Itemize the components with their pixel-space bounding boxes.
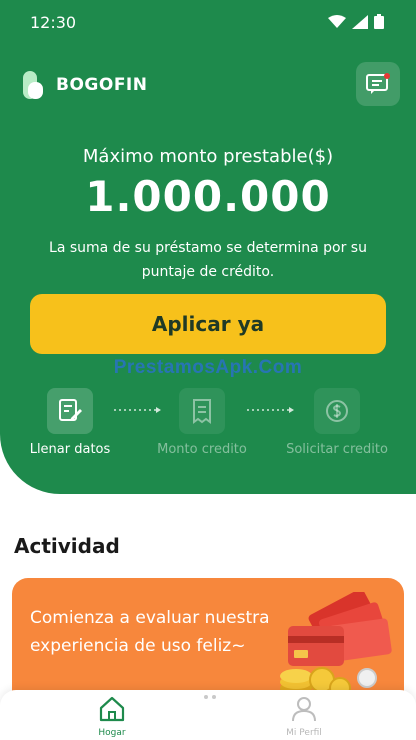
banner-text: Comienza a evaluar nuestra experiencia d… xyxy=(30,608,270,656)
step-label: Monto credito xyxy=(157,442,247,457)
messages-button[interactable] xyxy=(356,62,400,106)
signal-icon xyxy=(352,14,368,29)
bottom-nav: Hogar Mi Perfil xyxy=(0,690,416,740)
nav-label: Hogar xyxy=(98,728,126,738)
status-time: 12:30 xyxy=(30,13,77,32)
max-amount-value: 1.000.000 xyxy=(85,172,331,221)
home-icon xyxy=(99,696,125,722)
activity-title: Actividad xyxy=(14,534,120,558)
step-box xyxy=(179,388,225,434)
wifi-icon xyxy=(328,14,346,28)
nav-label: Mi Perfil xyxy=(286,728,322,738)
step-label: Llenar datos xyxy=(29,442,111,457)
step-request-credit[interactable]: Solicitar credito xyxy=(280,388,394,457)
step-box xyxy=(47,388,93,434)
brand-name: BOGOFIN xyxy=(56,75,148,95)
max-amount-label: Máximo monto prestable($) xyxy=(82,146,334,167)
nav-home[interactable]: Hogar xyxy=(72,696,152,738)
edit-form-icon xyxy=(59,399,82,421)
step-box xyxy=(314,388,360,434)
user-icon xyxy=(292,697,316,722)
receipt-icon xyxy=(193,399,211,424)
status-bar: 12:30 xyxy=(0,0,416,44)
amount-description: La suma de su préstamo se determina por … xyxy=(49,240,367,280)
step-credit-amount[interactable]: Monto credito xyxy=(152,388,252,457)
brand: BOGOFIN xyxy=(22,70,147,100)
activity-banner[interactable]: Comienza a evaluar nuestra experiencia d… xyxy=(12,578,404,708)
battery-icon xyxy=(374,14,384,29)
status-icons xyxy=(328,14,384,29)
money-illustration-icon xyxy=(280,592,392,699)
brand-logo-icon xyxy=(23,71,43,99)
message-icon xyxy=(366,73,390,94)
nav-handle-icon xyxy=(204,695,216,699)
step-fill-data[interactable]: Llenar datos xyxy=(22,388,118,457)
coin-icon xyxy=(326,400,348,422)
apply-button[interactable]: Aplicar ya xyxy=(30,294,386,354)
nav-profile[interactable]: Mi Perfil xyxy=(264,696,344,738)
step-label: Solicitar credito xyxy=(286,442,388,457)
watermark: PrestamosApk.Com xyxy=(113,357,303,378)
hero-panel: 12:30 BOGOFIN Máximo monto prestable($) … xyxy=(0,0,416,494)
